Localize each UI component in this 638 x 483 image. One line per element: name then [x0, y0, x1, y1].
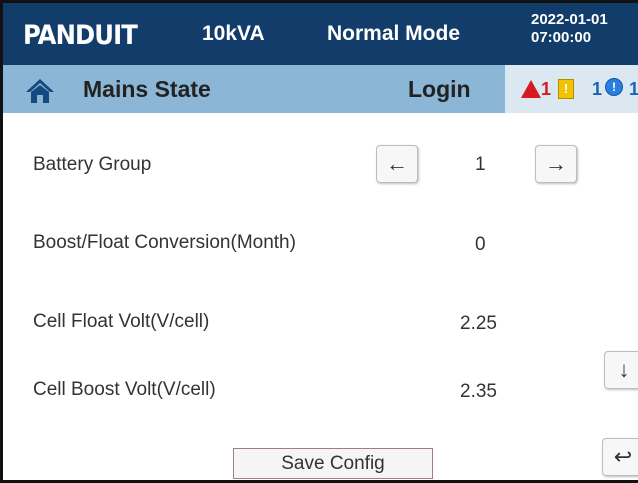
info-alarm-count: 1 [629, 79, 638, 100]
date-text: 2022-01-01 [531, 11, 608, 28]
datetime: 2022-01-01 07:00:00 [531, 11, 608, 47]
alarm-summary[interactable]: 1 ! 1 ! 1 [505, 65, 638, 113]
next-group-button[interactable]: → [535, 145, 577, 183]
battery-group-value: 1 [475, 154, 486, 175]
navigation-bar: Mains State Login 1 ! 1 ! 1 [3, 65, 638, 113]
hmi-screen: PANDUIT 10kVA Normal Mode 2022-01-01 07:… [0, 0, 638, 483]
ups-rating: 10kVA [202, 22, 265, 45]
login-button[interactable]: Login [408, 76, 471, 103]
back-button[interactable]: ↩ [602, 438, 638, 476]
warning-alarm-count: 1 [592, 79, 603, 99]
time-text: 07:00:00 [531, 29, 592, 46]
warning-alarm-icon: ! [558, 79, 574, 99]
scroll-down-button[interactable]: ↓ [604, 351, 638, 389]
operating-mode: Normal Mode [327, 22, 461, 45]
battery-group-label: Battery Group [33, 154, 152, 175]
critical-alarm-count: 1 [541, 79, 552, 99]
page-title: Mains State [83, 76, 211, 102]
info-alarm-icon: ! [605, 78, 623, 96]
top-status-bar: PANDUIT 10kVA Normal Mode 2022-01-01 07:… [3, 3, 638, 65]
cell-boost-volt-value[interactable]: 2.35 [460, 381, 497, 403]
home-icon[interactable] [25, 78, 55, 104]
cell-boost-volt-label: Cell Boost Volt(V/cell) [33, 379, 216, 400]
previous-group-button[interactable]: ← [376, 145, 418, 183]
cell-float-volt-value[interactable]: 2.25 [460, 313, 497, 335]
save-config-button[interactable]: Save Config [233, 448, 433, 479]
critical-alarm-icon [521, 80, 541, 98]
cell-float-volt-label: Cell Float Volt(V/cell) [33, 311, 210, 332]
boost-float-conversion-label: Boost/Float Conversion(Month) [33, 232, 296, 253]
panduit-logo: PANDUIT [23, 20, 138, 51]
boost-float-conversion-value[interactable]: 0 [475, 234, 486, 256]
